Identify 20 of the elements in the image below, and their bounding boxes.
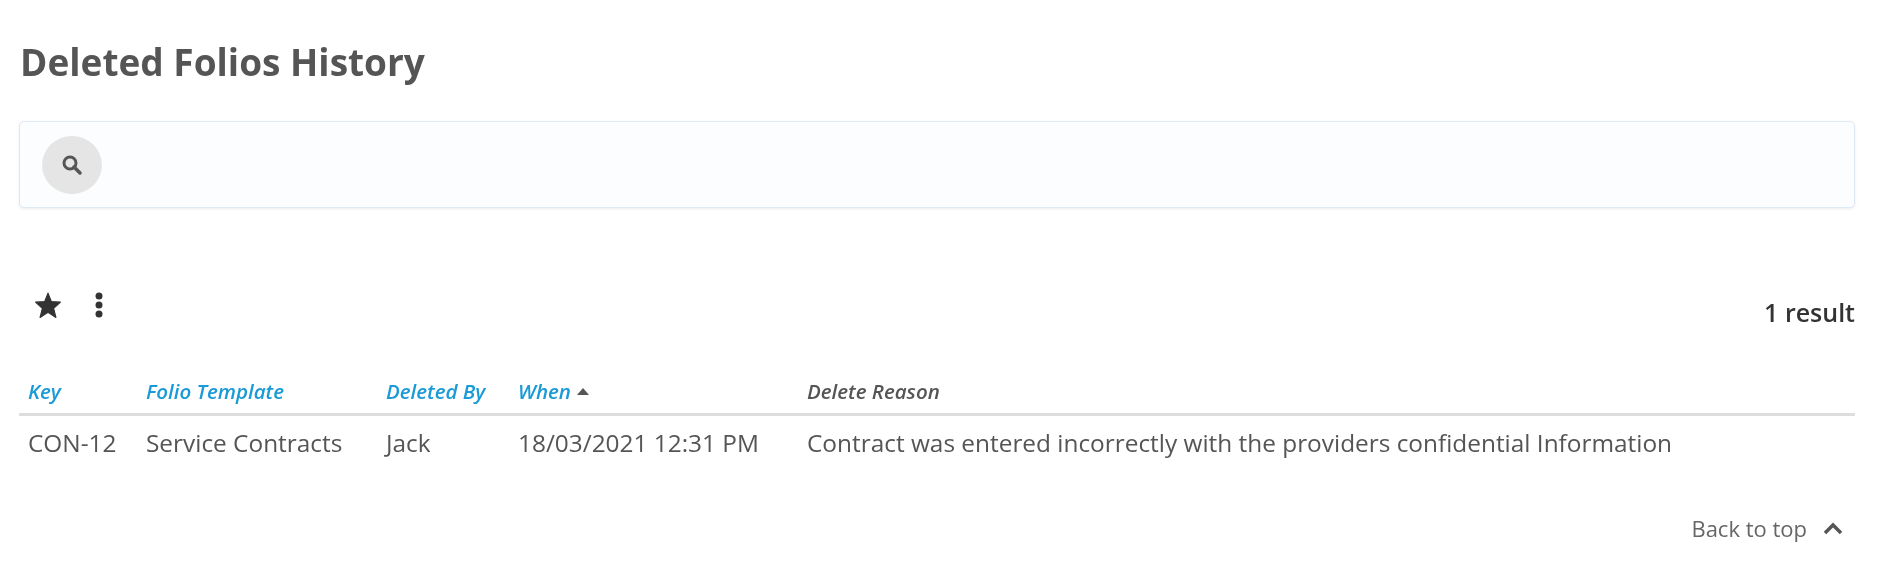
column-header: Delete Reason	[807, 377, 940, 405]
more-icon	[95, 292, 103, 318]
column-header[interactable]: Deleted By	[386, 377, 486, 405]
table-cell: CON-12	[19, 414, 137, 469]
table-cell: 18/03/2021 12:31 PM	[509, 414, 798, 469]
table-cell: Service Contracts	[137, 414, 377, 469]
column-header[interactable]: Key	[28, 377, 61, 405]
chevron-up-icon	[1823, 521, 1843, 535]
table-cell: Contract was entered incorrectly with the providers confidential Information	[798, 414, 1855, 469]
column-header[interactable]: Folio Template	[146, 377, 285, 405]
back-to-top-link[interactable]: Back to top	[1691, 513, 1843, 543]
page-title: Deleted Folios History	[20, 38, 425, 86]
more-button[interactable]	[95, 292, 103, 318]
column-header[interactable]: When	[518, 377, 589, 405]
sort-ascending-icon	[576, 387, 589, 395]
search-icon	[61, 153, 83, 176]
result-count: 1 result	[1764, 295, 1855, 329]
table-cell: Jack	[377, 414, 509, 469]
favorite-button[interactable]	[34, 292, 62, 318]
star-icon	[34, 292, 62, 318]
